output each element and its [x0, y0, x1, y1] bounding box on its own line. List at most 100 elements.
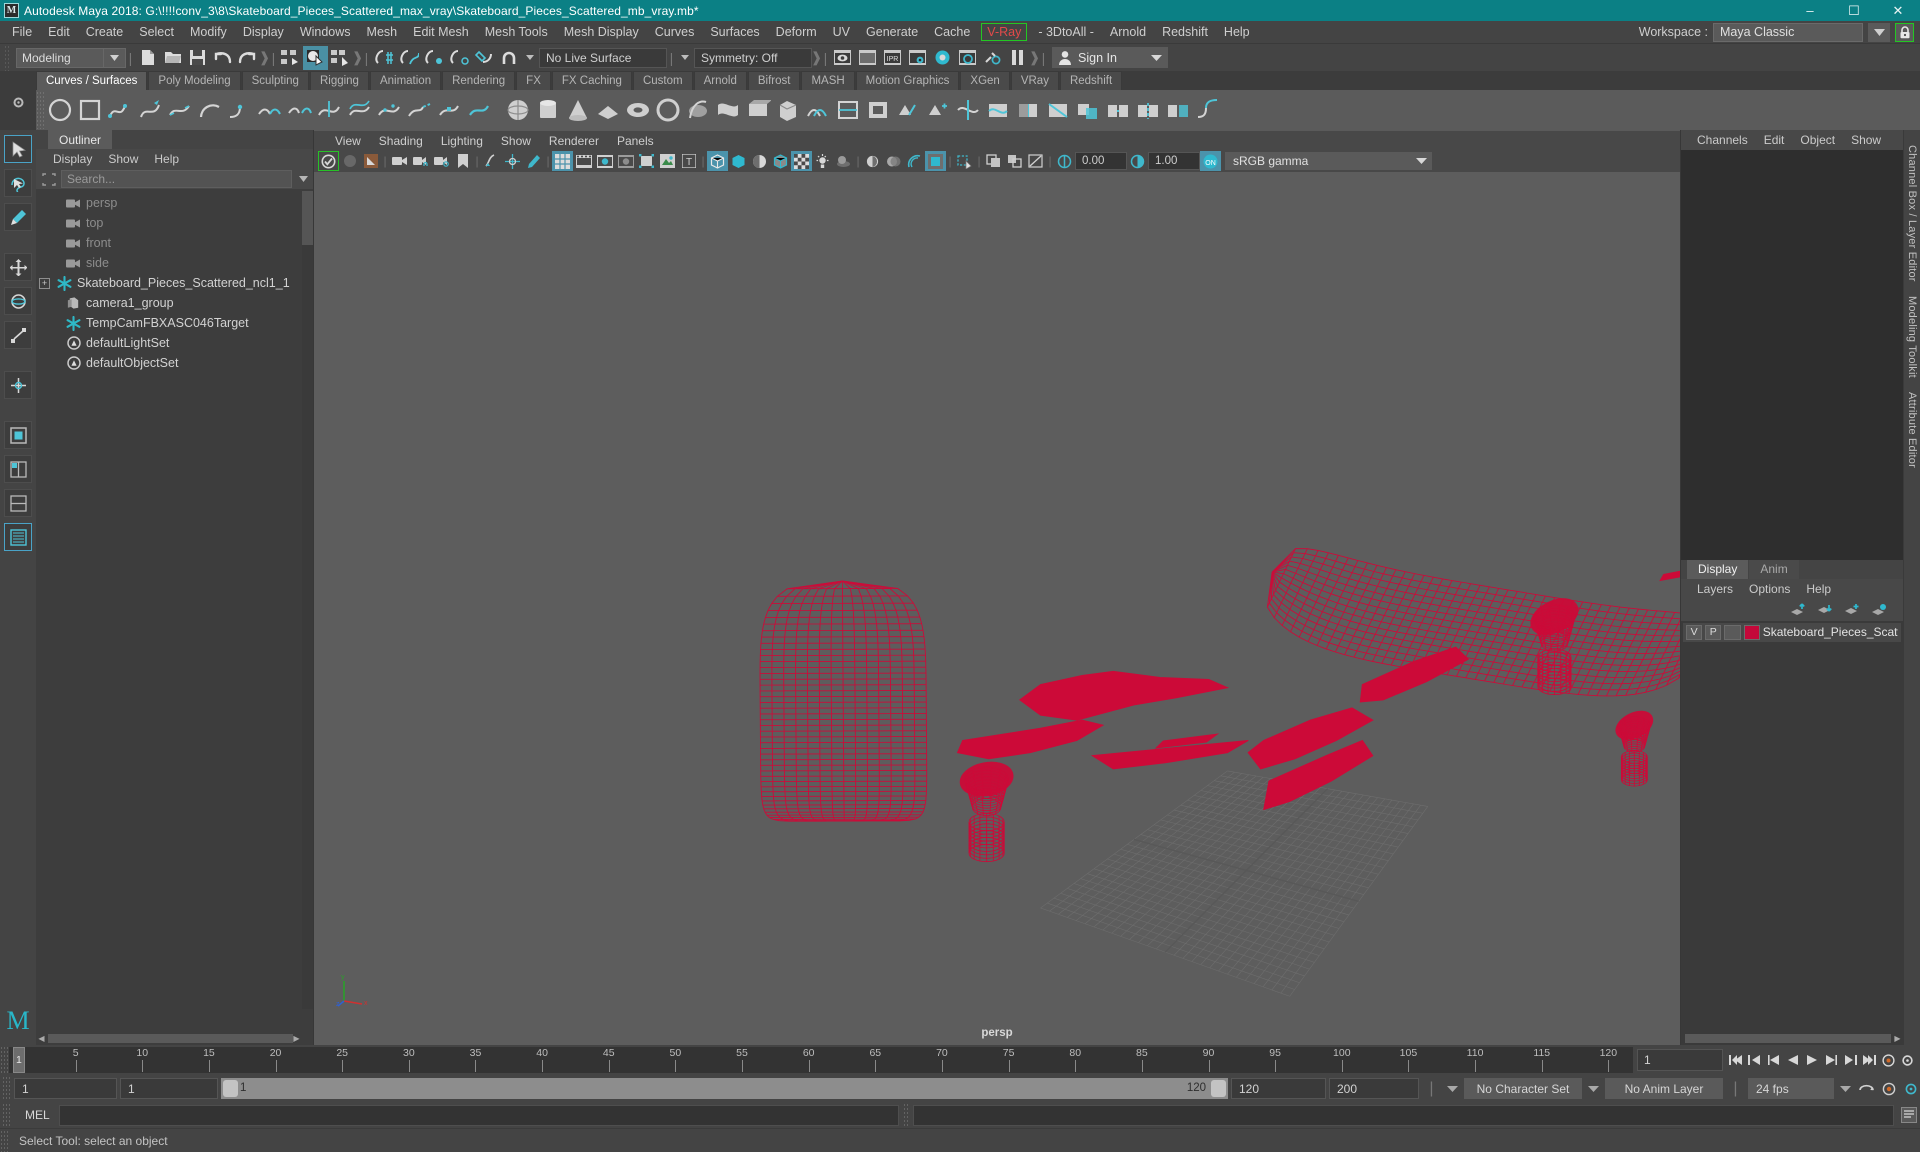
shelf-grip[interactable]: [36, 91, 45, 129]
nurbs-circle2-icon[interactable]: [653, 93, 683, 127]
display-layer-list[interactable]: VP Skateboard_Pieces_Scattered: [1681, 620, 1903, 1032]
new-layer-from-selected-icon[interactable]: [1870, 602, 1887, 618]
layer-color-swatch[interactable]: [1743, 624, 1760, 640]
planar-icon[interactable]: [743, 93, 773, 127]
go-to-end-icon[interactable]: [1860, 1050, 1878, 1070]
layout-outliner-persp[interactable]: [4, 489, 32, 517]
shelf-tab-xgen[interactable]: XGen: [960, 71, 1010, 90]
menu-arnold[interactable]: Arnold: [1102, 21, 1154, 43]
outliner-item-skateboard-pieces-scattered-ncl1-1[interactable]: + Skateboard_Pieces_Scattered_ncl1_1: [36, 273, 313, 293]
extend-curve-icon[interactable]: [405, 93, 435, 127]
chevron-down-icon[interactable]: [1868, 22, 1890, 42]
layer-tab-anim[interactable]: Anim: [1749, 559, 1799, 579]
menu-modify[interactable]: Modify: [182, 21, 235, 43]
rebuild-curve-icon[interactable]: [375, 93, 405, 127]
color-management-toggle-icon[interactable]: ON: [1200, 151, 1221, 171]
script-editor-icon[interactable]: [1898, 1104, 1920, 1126]
scale-tool[interactable]: [4, 321, 32, 349]
viewport-menu-panels[interactable]: Panels: [608, 131, 663, 151]
loft-icon[interactable]: [713, 93, 743, 127]
auto-key-icon[interactable]: [1879, 1050, 1897, 1070]
workspace-dropdown[interactable]: Maya Classic: [1713, 22, 1863, 42]
menu-select[interactable]: Select: [131, 21, 182, 43]
layout-two-pane[interactable]: [4, 455, 32, 483]
paint-select-tool[interactable]: [4, 203, 32, 231]
outliner-item-camera1-group[interactable]: camera1_group: [36, 293, 313, 313]
shelf-tab-vray[interactable]: VRay: [1010, 71, 1059, 90]
range-left-handle[interactable]: [223, 1080, 238, 1097]
gamma-stop-icon[interactable]: [1127, 151, 1148, 171]
detach-curves-icon[interactable]: [285, 93, 315, 127]
revolve-icon[interactable]: [683, 93, 713, 127]
shelf-tab-motion-graphics[interactable]: Motion Graphics: [855, 71, 960, 90]
outliner-item-top[interactable]: top: [36, 213, 313, 233]
exposure-field[interactable]: 0.00: [1075, 152, 1127, 170]
outliner-tree[interactable]: persp top front side + Skateboard_Pieces_Scat…: [36, 189, 313, 1031]
viewport-menu-view[interactable]: View: [326, 131, 370, 151]
command-splitter[interactable]: [903, 1103, 909, 1127]
range-end-field[interactable]: 200: [1329, 1078, 1419, 1099]
menu-mesh-tools[interactable]: Mesh Tools: [477, 21, 556, 43]
menu-surfaces[interactable]: Surfaces: [702, 21, 767, 43]
range-slider-grip[interactable]: [2, 1076, 11, 1101]
current-frame-field[interactable]: 1: [1637, 1049, 1723, 1071]
snap-point-icon[interactable]: [421, 46, 446, 70]
resolution-gate-icon[interactable]: [594, 151, 615, 171]
menu-windows[interactable]: Windows: [292, 21, 359, 43]
channelbox-menu-object[interactable]: Object: [1792, 130, 1843, 150]
step-forward-key-icon[interactable]: [1841, 1050, 1859, 1070]
nurbs-cylinder-icon[interactable]: [533, 93, 563, 127]
camera-lock-icon[interactable]: [410, 151, 431, 171]
shelf-tab-fx[interactable]: FX: [516, 71, 551, 90]
vertical-tab-channel-box-layer-editor[interactable]: Channel Box / Layer Editor: [1906, 138, 1918, 289]
menu-create[interactable]: Create: [78, 21, 132, 43]
rotate-tool[interactable]: [4, 287, 32, 315]
toolbar-grip[interactable]: [4, 44, 11, 71]
layer-tab-display[interactable]: Display: [1687, 559, 1749, 579]
help-line-grip[interactable]: [0, 1129, 9, 1152]
offset-curve-icon[interactable]: [345, 93, 375, 127]
playback-loop-icon[interactable]: [1857, 1078, 1876, 1099]
grease-pencil-icon[interactable]: [523, 151, 544, 171]
anim-layer-dropdown[interactable]: No Anim Layer: [1605, 1078, 1723, 1099]
magnet-icon[interactable]: [496, 46, 521, 70]
search-input[interactable]: Search...: [61, 170, 292, 188]
shelf-tab-fx-caching[interactable]: FX Caching: [551, 71, 632, 90]
play-backwards-icon[interactable]: [1784, 1050, 1802, 1070]
perspective-viewport[interactable]: y x z persp: [314, 172, 1680, 1045]
menu-help[interactable]: Help: [1216, 21, 1258, 43]
shelf-tab-poly-modeling[interactable]: Poly Modeling: [148, 71, 241, 90]
layer-menu-help[interactable]: Help: [1798, 579, 1839, 599]
nurbs-cone-icon[interactable]: [563, 93, 593, 127]
maximize-button[interactable]: ☐: [1832, 0, 1876, 21]
vertical-tab-attribute-editor[interactable]: Attribute Editor: [1906, 385, 1918, 475]
shelf-tab-rigging[interactable]: Rigging: [309, 71, 369, 90]
lasso-select-tool[interactable]: [4, 169, 32, 197]
viewport-menu-shading[interactable]: Shading: [370, 131, 432, 151]
shade-all-icon[interactable]: [749, 151, 770, 171]
snap-view-plane-icon[interactable]: [471, 46, 496, 70]
character-set-dropdown[interactable]: No Character Set: [1464, 1078, 1582, 1099]
render-region-icon[interactable]: [855, 46, 880, 70]
curve-smooth-icon[interactable]: [465, 93, 495, 127]
undo-icon[interactable]: [210, 46, 235, 70]
shelf-tab-animation[interactable]: Animation: [369, 71, 442, 90]
viewport-menu-renderer[interactable]: Renderer: [540, 131, 608, 151]
curve-fillet-icon[interactable]: [225, 93, 255, 127]
outliner-hscroll-thumb[interactable]: [48, 1033, 293, 1043]
lock-icon[interactable]: [1895, 22, 1914, 42]
menu-3dtoall[interactable]: - 3DtoAll -: [1030, 21, 1102, 43]
xray-icon[interactable]: [983, 151, 1004, 171]
lights-icon[interactable]: [812, 151, 833, 171]
intersect-surfaces-icon[interactable]: [953, 93, 983, 127]
smooth-shade-icon[interactable]: [728, 151, 749, 171]
project-curve-icon[interactable]: [983, 93, 1013, 127]
bezier-curve-icon[interactable]: [165, 93, 195, 127]
move-layer-up-icon[interactable]: [1789, 602, 1806, 618]
channelbox-menu-edit[interactable]: Edit: [1756, 130, 1793, 150]
nurbs-sphere-icon[interactable]: [503, 93, 533, 127]
render-view-icon[interactable]: [830, 46, 855, 70]
layer-visibility-toggle[interactable]: V: [1686, 624, 1703, 640]
align-surfaces-icon[interactable]: [1163, 93, 1193, 127]
untrim-icon[interactable]: [1043, 93, 1073, 127]
